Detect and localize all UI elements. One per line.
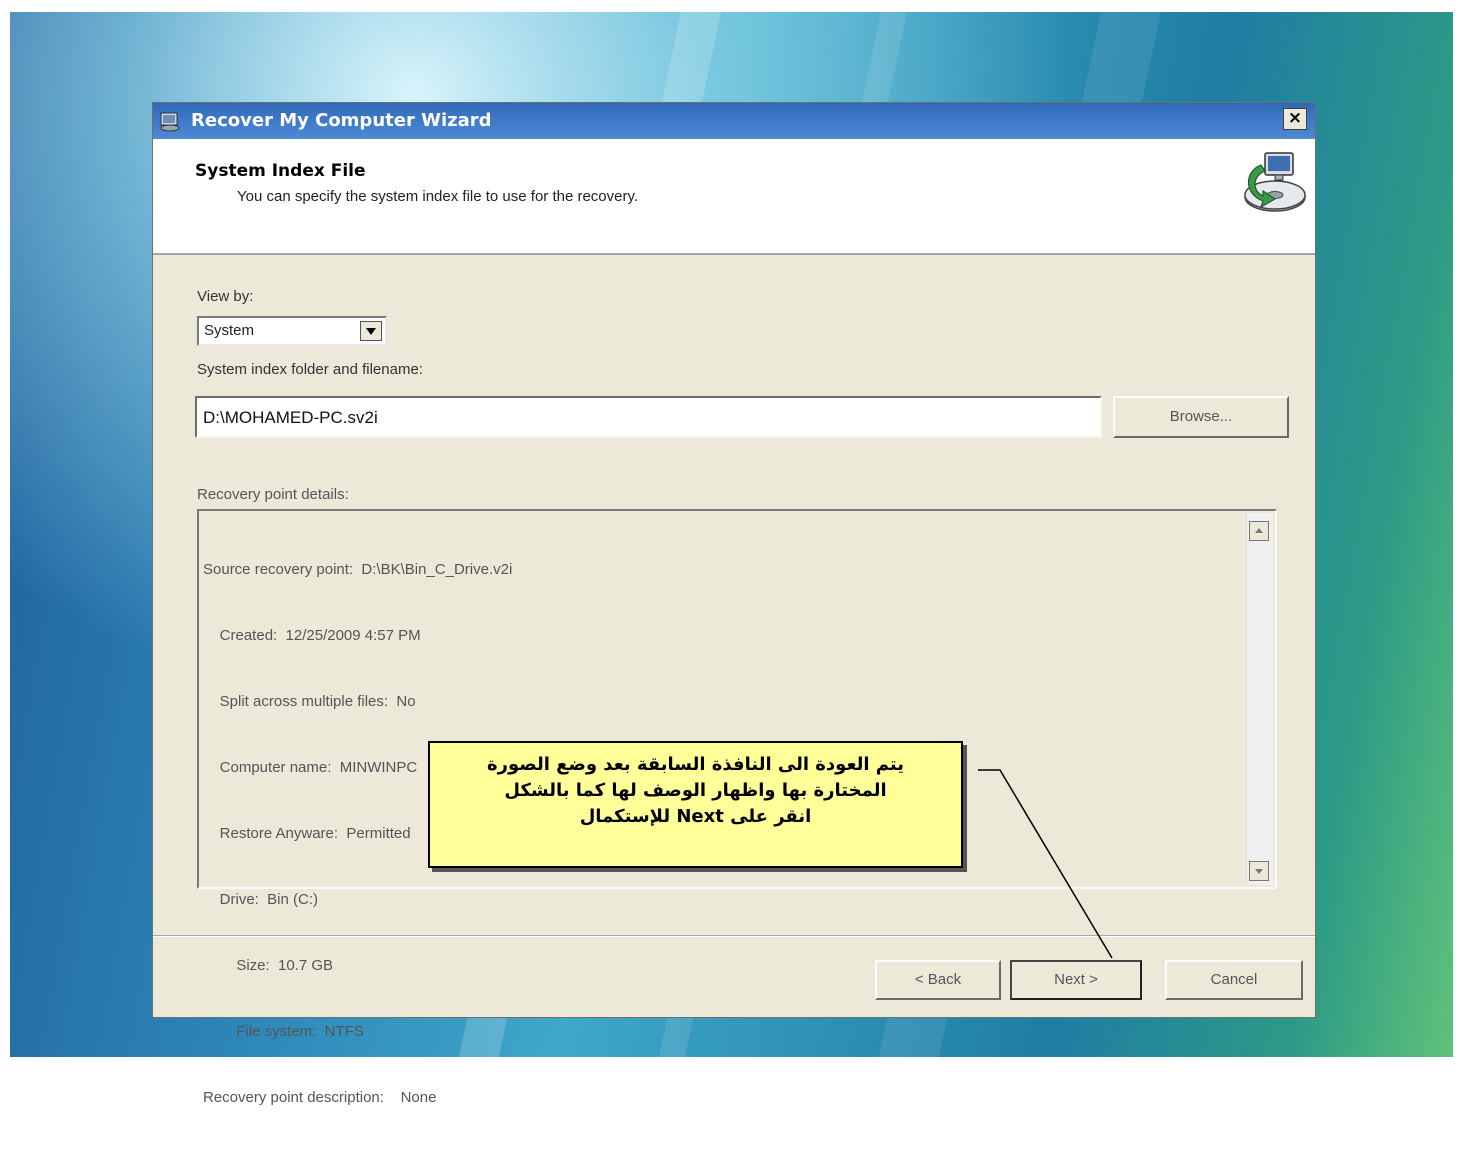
details-label: Recovery point details: [197,486,349,503]
details-line: Split across multiple files: No [203,693,416,710]
index-file-label: System index folder and filename: [197,361,423,378]
annotation-callout: يتم العودة الى النافذة السابقة بعد وضع ا… [428,741,963,868]
details-line: Recovery point description: None [203,1089,437,1106]
callout-line-1: يتم العودة الى النافذة السابقة بعد وضع ا… [486,754,905,775]
details-line: Size: 10.7 GB [203,957,334,974]
page-subtitle: You can specify the system index file to… [237,188,639,205]
callout-line-3: انقر على Next للإستكمال [579,806,812,827]
details-line: Source recovery point: D:\BK\Bin_C_Drive… [203,561,513,578]
view-by-label: View by: [197,288,254,305]
wizard-icon [160,112,180,132]
next-button[interactable]: Next > [1010,960,1142,1000]
computer-recovery-icon [1244,152,1306,212]
back-button[interactable]: < Back [875,960,1001,1000]
footer-divider [153,935,1315,937]
index-file-value: D:\MOHAMED-PC.sv2i [203,408,378,427]
details-line: File system: NTFS [203,1023,364,1040]
scroll-down-icon[interactable] [1249,861,1269,881]
callout-line-2: المختارة بها واظهار الوصف لها كما بالشكل [504,780,887,801]
chevron-down-icon[interactable] [360,321,382,341]
view-by-value: System [204,322,255,339]
window-title: Recover My Computer Wizard [191,110,492,131]
details-line: Created: 12/25/2009 4:57 PM [203,627,421,644]
browse-button[interactable]: Browse... [1113,396,1289,438]
details-line: Drive: Bin (C:) [203,891,319,908]
vertical-scrollbar[interactable] [1246,513,1273,885]
cancel-button[interactable]: Cancel [1165,960,1303,1000]
wizard-header: System Index File You can specify the sy… [153,139,1315,255]
wizard-dialog: Recover My Computer Wizard × System Inde… [152,102,1316,1106]
page-title: System Index File [195,161,366,181]
close-button[interactable]: × [1283,108,1307,130]
index-file-input[interactable]: D:\MOHAMED-PC.sv2i [195,396,1102,438]
title-bar[interactable]: Recover My Computer Wizard × [153,103,1315,139]
scroll-up-icon[interactable] [1249,521,1269,541]
view-by-select[interactable]: System [197,316,387,346]
